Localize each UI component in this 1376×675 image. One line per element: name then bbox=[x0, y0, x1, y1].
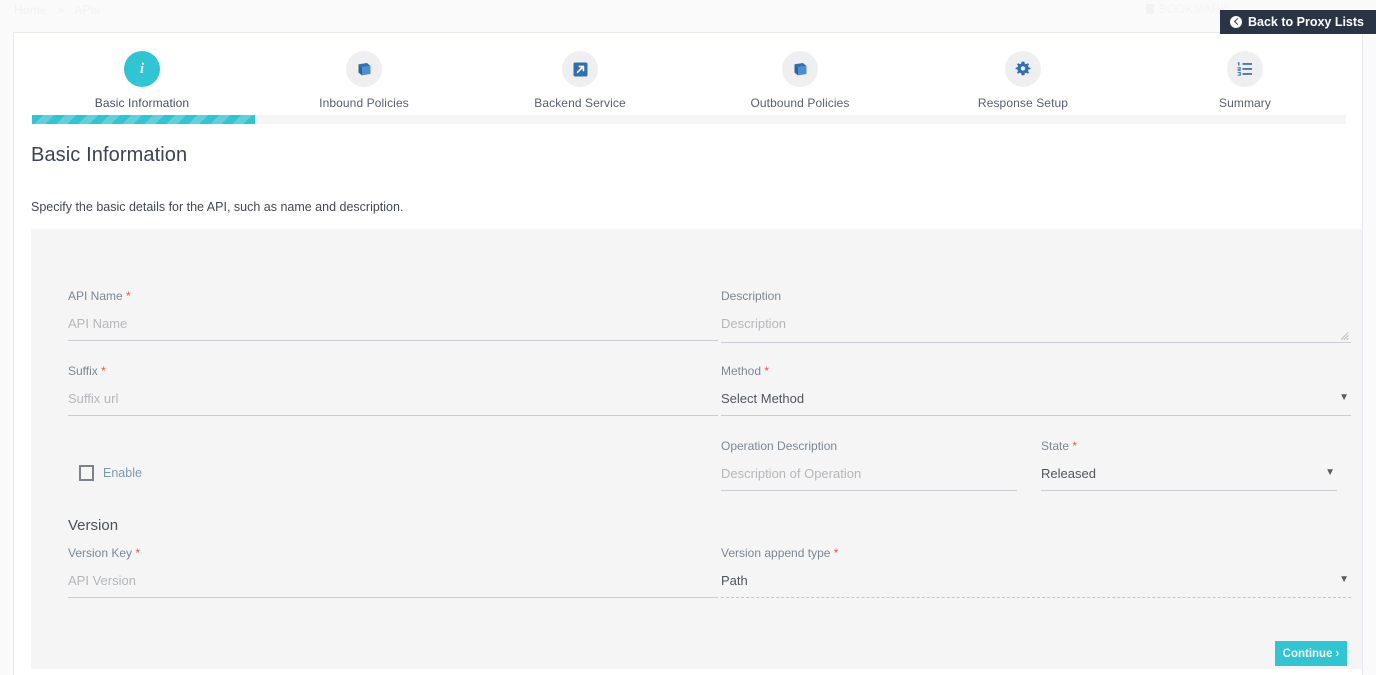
ordered-list-icon bbox=[1237, 62, 1252, 76]
wizard-step-bubble bbox=[782, 51, 818, 87]
breadcrumb-current[interactable]: APIs bbox=[74, 3, 100, 17]
continue-button-label: Continue bbox=[1282, 647, 1333, 660]
field-description: Description Description bbox=[721, 289, 1351, 343]
field-api-name: API Name * API Name bbox=[68, 289, 718, 341]
breadcrumb: Home » APIs bbox=[14, 3, 100, 17]
wizard-step-outbound-policies[interactable]: Outbound Policies bbox=[715, 51, 885, 110]
wizard-progress-fill bbox=[32, 115, 256, 124]
suffix-placeholder: Suffix url bbox=[68, 391, 119, 406]
version-append-type-value: Path bbox=[721, 573, 748, 588]
required-asterisk: * bbox=[1072, 439, 1078, 453]
required-asterisk: * bbox=[135, 546, 141, 560]
state-value: Released bbox=[1041, 466, 1096, 481]
version-key-input[interactable]: API Version bbox=[68, 572, 718, 598]
required-asterisk: * bbox=[126, 289, 131, 303]
book-icon bbox=[358, 62, 370, 75]
field-state: State * Released ▼ bbox=[1041, 439, 1337, 491]
api-name-input[interactable]: API Name bbox=[68, 315, 718, 341]
method-value: Select Method bbox=[721, 391, 805, 406]
operation-description-label: Operation Description bbox=[721, 439, 838, 453]
wizard-step-label: Backend Service bbox=[534, 96, 626, 110]
wizard-step-label: Inbound Policies bbox=[319, 96, 409, 110]
breadcrumb-separator: » bbox=[57, 3, 65, 17]
wizard-step-label: Outbound Policies bbox=[750, 96, 850, 110]
back-to-proxy-lists-label: Back to Proxy Lists bbox=[1247, 15, 1364, 29]
version-key-label: Version Key * bbox=[68, 546, 141, 560]
required-asterisk: * bbox=[764, 364, 770, 378]
checkbox-box-icon bbox=[79, 465, 94, 481]
back-to-proxy-lists-button[interactable]: Back to Proxy Lists bbox=[1219, 10, 1376, 34]
method-select[interactable]: Select Method ▼ bbox=[721, 390, 1351, 416]
info-icon: i bbox=[139, 60, 145, 77]
book-icon bbox=[794, 62, 806, 75]
wizard-step-bubble: i bbox=[124, 51, 160, 87]
operation-description-placeholder: Description of Operation bbox=[721, 466, 862, 481]
suffix-input[interactable]: Suffix url bbox=[68, 390, 718, 416]
wizard-step-basic-information[interactable]: i Basic Information bbox=[57, 51, 227, 110]
enable-checkbox-label: Enable bbox=[103, 466, 142, 480]
chevron-down-icon: ▼ bbox=[1339, 392, 1349, 403]
description-label: Description bbox=[721, 289, 782, 303]
bookmark-icon bbox=[1145, 4, 1154, 14]
api-name-placeholder: API Name bbox=[68, 316, 128, 331]
chevron-right-icon: › bbox=[1335, 647, 1340, 660]
required-asterisk: * bbox=[101, 364, 106, 378]
top-bar: Home » APIs BOOKMARK bbox=[0, 0, 1376, 22]
wizard-steps: i Basic Information Inbound Policies Bac… bbox=[14, 33, 1362, 115]
wizard-step-label: Response Setup bbox=[977, 96, 1069, 110]
wizard-step-bubble bbox=[562, 51, 598, 87]
wizard-step-backend-service[interactable]: Backend Service bbox=[495, 51, 665, 110]
topbar-ghost-text: BOOKMARK bbox=[1145, 2, 1228, 16]
wizard-card: i Basic Information Inbound Policies Bac… bbox=[13, 32, 1363, 675]
method-label: Method * bbox=[721, 364, 770, 378]
chevron-down-icon: ▼ bbox=[1339, 574, 1349, 585]
external-link-icon bbox=[573, 62, 587, 76]
topbar-ghost-label: BOOKMARK bbox=[1158, 2, 1228, 16]
field-suffix: Suffix * Suffix url bbox=[68, 364, 718, 416]
field-version-key: Version Key * API Version bbox=[68, 546, 718, 598]
resize-handle-icon[interactable] bbox=[1341, 331, 1350, 340]
version-append-type-label: Version append type * bbox=[721, 546, 839, 560]
version-section-title: Version bbox=[68, 517, 119, 534]
wizard-step-response-setup[interactable]: Response Setup bbox=[938, 51, 1108, 110]
wizard-step-bubble bbox=[1005, 51, 1041, 87]
description-textarea[interactable]: Description bbox=[721, 315, 1351, 343]
version-key-placeholder: API Version bbox=[68, 573, 136, 588]
field-version-append-type: Version append type * Path ▼ bbox=[721, 546, 1351, 598]
breadcrumb-home[interactable]: Home bbox=[14, 3, 47, 17]
state-label: State * bbox=[1041, 439, 1078, 453]
version-append-type-select[interactable]: Path ▼ bbox=[721, 572, 1351, 598]
required-asterisk: * bbox=[833, 546, 839, 560]
wizard-step-bubble bbox=[346, 51, 382, 87]
page-subtitle: Specify the basic details for the API, s… bbox=[31, 200, 404, 214]
wizard-step-label: Basic Information bbox=[94, 96, 190, 110]
state-select[interactable]: Released ▼ bbox=[1041, 465, 1337, 491]
wizard-step-inbound-policies[interactable]: Inbound Policies bbox=[279, 51, 449, 110]
suffix-label: Suffix * bbox=[68, 364, 106, 378]
api-name-label: API Name * bbox=[68, 289, 131, 303]
basic-information-form: API Name * API Name Description Descript… bbox=[31, 229, 1362, 669]
chevron-down-icon: ▼ bbox=[1325, 467, 1335, 478]
field-method: Method * Select Method ▼ bbox=[721, 364, 1351, 416]
gear-icon bbox=[1015, 61, 1031, 76]
page-title: Basic Information bbox=[31, 144, 188, 166]
wizard-step-bubble bbox=[1227, 51, 1263, 87]
wizard-progress-track bbox=[32, 115, 1346, 124]
description-placeholder: Description bbox=[721, 316, 787, 331]
field-operation-description: Operation Description Description of Ope… bbox=[721, 439, 1017, 491]
arrow-left-circle-icon bbox=[1229, 16, 1242, 28]
continue-button[interactable]: Continue › bbox=[1275, 641, 1347, 666]
enable-checkbox[interactable]: Enable bbox=[79, 465, 142, 481]
wizard-step-summary[interactable]: Summary bbox=[1160, 51, 1330, 110]
operation-description-input[interactable]: Description of Operation bbox=[721, 465, 1017, 491]
wizard-step-label: Summary bbox=[1218, 96, 1272, 110]
